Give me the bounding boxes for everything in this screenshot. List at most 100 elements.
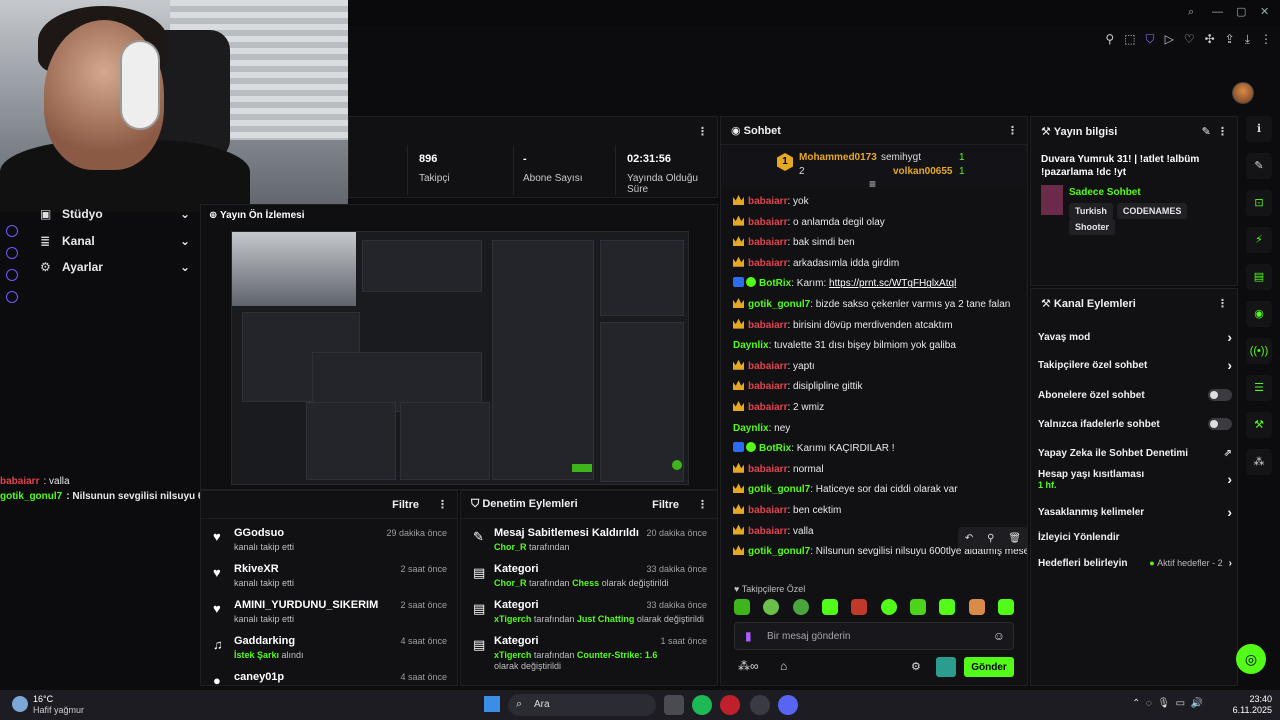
discord-icon[interactable] [778, 695, 798, 715]
more-icon[interactable]: ⋮ [1217, 297, 1228, 310]
channel-action-row[interactable]: Yapay Zeka ile Sohbet Denetimi ⇗ [1038, 443, 1232, 463]
more-icon[interactable]: ⋮ [1007, 124, 1018, 137]
share-icon[interactable]: ⇪ [1225, 32, 1235, 47]
pin-icon[interactable]: ⚲ [987, 533, 994, 544]
gear-icon[interactable]: ⚙ [911, 660, 921, 673]
category-name[interactable]: Sadece Sohbet [1069, 187, 1141, 198]
list-item[interactable]: ▤ Kategori xTigerch tarafından Counter-Str… [461, 631, 717, 681]
help-button[interactable]: ◎ [1236, 644, 1266, 674]
list-item[interactable]: ♫ Gaddarking İstek Şarkı alındı 4 saat önce [201, 631, 457, 667]
delete-icon[interactable]: 🗑 [1008, 533, 1021, 544]
close-icon[interactable]: ✕ [1260, 6, 1272, 18]
chat-message[interactable]: babaiarr: bak simdi ben [733, 236, 1027, 249]
maximize-icon[interactable]: ▢ [1236, 6, 1248, 18]
emote[interactable] [792, 599, 809, 615]
more-icon[interactable]: ⋮ [697, 498, 708, 511]
reply-icon[interactable]: ↶ [965, 533, 973, 544]
toggle-switch[interactable] [1208, 418, 1232, 430]
rail-icon[interactable] [6, 225, 18, 237]
chat-username[interactable]: BotRix [759, 278, 791, 289]
chat-message[interactable]: gotik_gonul7: bizde sakso çekenler varmı… [733, 297, 1027, 311]
scan-icon[interactable]: ⊡ [1246, 190, 1272, 216]
chat-message[interactable]: babaiarr: birisini dövüp merdivenden atc… [733, 318, 1027, 332]
chat-username[interactable]: babaiarr [748, 320, 787, 331]
nav-settings[interactable]: ⚙ Ayarlar ⌄ [40, 257, 190, 277]
filter-button[interactable]: Filtre [652, 499, 679, 511]
emote[interactable] [821, 599, 838, 615]
heart-icon[interactable]: ♡ [1184, 32, 1195, 47]
play-icon[interactable]: ▷ [1165, 32, 1174, 47]
chat-message[interactable]: babaiarr: 2 wmiz [733, 400, 1027, 414]
more-icon[interactable]: ⋮ [697, 125, 708, 138]
list-item[interactable]: ♥ RkiveXR kanalı takip etti 2 saat önce [201, 559, 457, 595]
download-icon[interactable]: ⤓ [1245, 32, 1250, 47]
bolt-icon[interactable]: ⚡ [1246, 227, 1272, 253]
channel-action-row[interactable]: Yalnızca ifadelerle sohbet [1038, 414, 1232, 434]
puzzle-icon[interactable]: ✣ [1205, 32, 1215, 47]
emoji-icon[interactable]: ☺ [993, 629, 1005, 643]
chat-input[interactable]: ▮ Bir mesaj gönderin ☺ [734, 622, 1014, 650]
chat-username[interactable]: babaiarr [748, 361, 787, 372]
windows-icon[interactable] [484, 696, 500, 712]
chat-username[interactable]: babaiarr [748, 217, 787, 228]
chat-username[interactable]: babaiarr [748, 505, 787, 516]
channel-action-row[interactable]: Takipçilere özel sohbet › [1038, 355, 1232, 375]
chat-username[interactable]: Daynlix [733, 423, 769, 434]
chat-message[interactable]: babaiarr: o anlamda degil olay [733, 215, 1027, 229]
capture-icon[interactable]: ⬚ [1124, 32, 1135, 47]
expand-icon[interactable]: ≡ [869, 177, 876, 191]
chat-message[interactable]: babaiarr: arkadasımla idda girdim [733, 256, 1027, 270]
shield-icon[interactable]: ⛉ [1146, 32, 1155, 47]
emote[interactable] [763, 599, 780, 615]
chat-username[interactable]: babaiarr [748, 402, 787, 413]
channel-action-row[interactable]: Abonelere özel sohbet [1038, 385, 1232, 405]
list-item[interactable]: ✎ Mesaj Sabitlemesi Kaldırıldı Chor_R tara… [461, 523, 717, 559]
preview-frame[interactable] [231, 231, 689, 485]
emote[interactable] [997, 599, 1014, 615]
opera-icon[interactable] [720, 695, 740, 715]
chat-username[interactable]: BotRix [759, 443, 791, 454]
store-icon[interactable]: ⌂ [780, 659, 787, 673]
pin-icon[interactable]: ⚲ [1105, 32, 1114, 47]
minimize-icon[interactable]: — [1212, 6, 1224, 18]
chat-username[interactable]: gotik_gonul7 [748, 484, 810, 495]
rail-icon[interactable] [6, 269, 18, 281]
channel-action-row[interactable]: Hedefleri belirleyin ● Aktif hedefler - 2… [1038, 553, 1232, 573]
wrench-icon[interactable]: ⚒ [1246, 412, 1272, 438]
more-icon[interactable]: ⋮ [437, 498, 448, 511]
toggle-switch[interactable] [1208, 389, 1232, 401]
avatar[interactable] [1232, 82, 1254, 104]
info-icon[interactable]: ℹ [1246, 116, 1272, 142]
taskview-icon[interactable] [664, 695, 684, 715]
spotify-icon[interactable] [692, 695, 712, 715]
list-item[interactable]: ▤ Kategori xTigerch tarafından Just Chatti… [461, 595, 717, 631]
tray-icons[interactable]: ⌃ ◌ 🎙 ▭ 🔊 [1132, 698, 1203, 709]
chat-message[interactable]: Daynlix: tuvalette 31 dısı bişey bilmiom… [733, 339, 1027, 352]
search-input[interactable]: ⌕ Ara [508, 694, 656, 716]
emote[interactable] [851, 599, 868, 615]
chat-message[interactable]: BotRix: Karım: https://prnt.sc/WTgFHglxA… [733, 277, 1027, 290]
emote[interactable] [939, 599, 956, 615]
chat-message[interactable]: BotRix: Karımı KAÇIRDILAR ! [733, 442, 1027, 455]
chat-message[interactable]: babaiarr: ben cektim [733, 503, 1027, 517]
filter-button[interactable]: Filtre [392, 499, 419, 511]
bot-icon[interactable] [936, 657, 956, 677]
chat-username[interactable]: babaiarr [748, 381, 787, 392]
nav-channel[interactable]: ≣ Kanal ⌄ [40, 231, 190, 251]
channel-action-row[interactable]: İzleyici Yönlendir [1038, 527, 1232, 547]
tag[interactable]: CODENAMES [1116, 203, 1188, 219]
chat-username[interactable]: babaiarr [748, 258, 787, 269]
broadcast-icon[interactable]: ((•)) [1246, 338, 1272, 364]
nav-studio[interactable]: ▣ Stüdyo ⌄ [40, 204, 190, 224]
chat-username[interactable]: Daynlix [733, 340, 769, 351]
list-item[interactable]: ● caney01p 4 saat önce [201, 667, 457, 688]
app-icon[interactable] [750, 695, 770, 715]
chat-link[interactable]: https://prnt.sc/WTgFHglxAtql [829, 278, 956, 289]
tag[interactable]: Turkish [1069, 203, 1113, 219]
edit-icon[interactable]: ✎ [1202, 126, 1211, 138]
mic-icon[interactable]: ▮ [745, 629, 752, 643]
emote[interactable] [909, 599, 926, 615]
chat-icon[interactable]: ◉ [1246, 301, 1272, 327]
emote[interactable] [880, 599, 897, 615]
chat-message[interactable]: babaiarr: yok [733, 195, 1027, 208]
